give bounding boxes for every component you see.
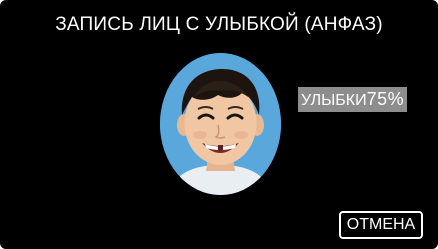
cancel-button[interactable]: ОТМЕНА <box>339 211 423 239</box>
face-photo <box>160 53 281 195</box>
face-preview <box>160 53 281 195</box>
smile-label: УЛЫБКИ <box>301 92 367 109</box>
camera-screen: ЗАПИСЬ ЛИЦ С УЛЫБКОЙ (АНФАЗ) УЛЫБКИ75% О… <box>0 0 438 249</box>
smile-level-indicator: УЛЫБКИ75% <box>298 87 408 112</box>
smile-percentage: 75% <box>366 89 405 109</box>
screen-title: ЗАПИСЬ ЛИЦ С УЛЫБКОЙ (АНФАЗ) <box>55 14 383 35</box>
